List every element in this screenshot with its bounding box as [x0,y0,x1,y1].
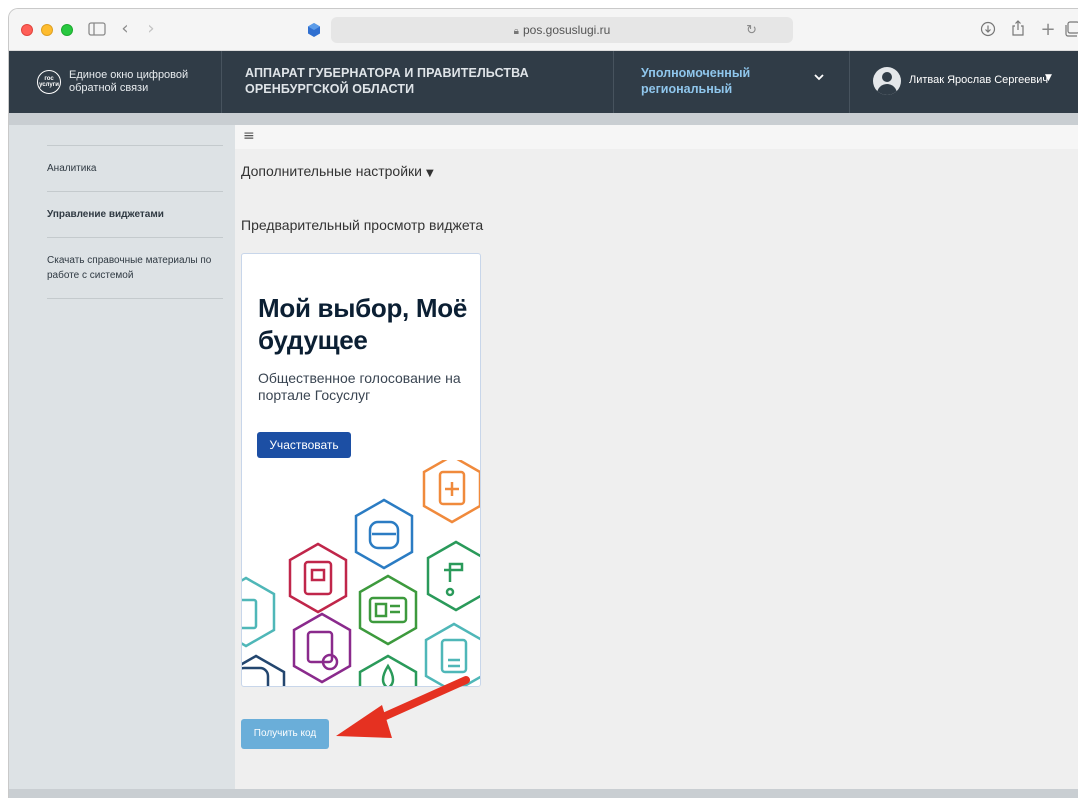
id-card-hex-icon [358,574,418,646]
tabs-icon[interactable] [1063,19,1078,41]
chevron-down-icon[interactable] [813,71,827,85]
left-sidebar: Аналитика Управление виджетами Скачать с… [9,125,235,798]
medical-list-hex-icon [424,622,480,686]
lock-icon: 🔒︎ [513,26,519,37]
service-name: Единое окно цифровой обратной связи [69,69,189,94]
sidebar-item-analytics[interactable]: Аналитика [47,145,223,191]
water-drop-hex-icon [358,654,418,686]
header-divider [613,51,614,113]
bus-hex-icon [242,654,286,686]
close-window-button[interactable] [21,24,33,36]
forward-icon[interactable]: › [143,18,159,40]
get-code-button[interactable]: Получить код [241,719,329,749]
reload-icon[interactable]: ↻ [746,17,757,43]
sidebar-item-label: Скачать справочные материалы по работе с… [47,255,212,281]
sidebar-icon[interactable] [87,18,107,40]
download-icon[interactable] [979,19,997,41]
role-selector[interactable]: Уполномоченный региональный [641,65,791,97]
site-header: гос услуги Единое окно цифровой обратной… [9,51,1078,113]
triangle-down-icon: ▼ [425,168,434,179]
sidebar-item-widgets[interactable]: Управление виджетами [47,191,223,237]
passport-hex-icon [288,542,348,614]
browser-toolbar: ‹ › 🔒︎ pos.gosuslugi.ru ↻ + [9,9,1078,51]
organization-title: АППАРАТ ГУБЕРНАТОРА И ПРАВИТЕЛЬСТВА ОРЕН… [245,66,529,96]
browser-window: ‹ › 🔒︎ pos.gosuslugi.ru ↻ + гос услуги Ед… [8,8,1078,798]
sidebar-item-label: Аналитика [47,163,97,174]
advanced-settings-label: Дополнительные настройки [241,163,422,179]
sidebar-item-label: Управление виджетами [47,209,164,220]
plus-icon[interactable]: + [1039,19,1057,41]
widget-headline: Мой выбор, Моё будущее [258,293,468,355]
document-edit-hex-icon [242,576,276,648]
header-separator-strip [9,113,1078,125]
url-text: pos.gosuslugi.ru [522,23,611,37]
advanced-settings-toggle[interactable]: Дополнительные настройки ▼ [241,163,434,179]
header-divider [849,51,850,113]
gosuslugi-logo[interactable]: гос услуги [37,70,61,94]
main-content: ≡ Дополнительные настройки ▼ Предваритель… [235,125,1078,798]
faucet-hex-icon [426,540,480,612]
hexagon-services-illustration [242,460,480,686]
preview-title: Предварительный просмотр виджета [241,217,484,233]
minimize-window-button[interactable] [41,24,53,36]
participate-button[interactable]: Участвовать [257,432,351,458]
share-icon[interactable] [1009,19,1027,41]
widget-preview-card: Мой выбор, Моё будущее Общественное голо… [241,253,481,687]
avatar[interactable] [873,67,901,95]
user-name[interactable]: Литвак Ярослав Сергеевич [909,74,1048,86]
caret-down-icon[interactable]: ▼ [1045,73,1052,83]
content-topbar: ≡ [235,125,1078,149]
zoom-window-button[interactable] [61,24,73,36]
widget-subtitle: Общественное голосование на портале Госу… [258,370,461,403]
site-favicon-icon [308,23,320,37]
address-bar[interactable]: 🔒︎ pos.gosuslugi.ru ↻ [331,17,793,43]
back-icon[interactable]: ‹ [117,18,133,40]
sidebar-item-download-materials[interactable]: Скачать справочные материалы по работе с… [47,237,223,299]
logo-badge-line2: услуги [39,82,59,88]
hamburger-menu-icon[interactable]: ≡ [243,128,255,144]
footer-strip [9,789,1078,798]
header-divider [221,51,222,113]
document-check-hex-icon [292,612,352,684]
